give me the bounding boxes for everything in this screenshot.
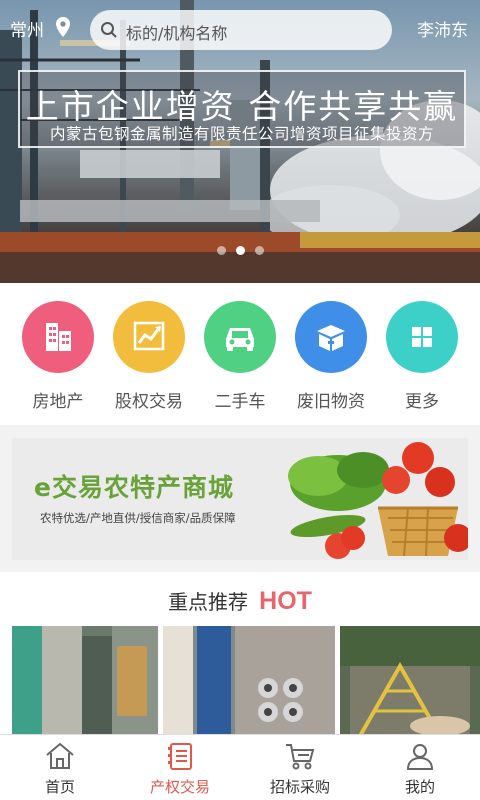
category-label: 废旧物资 xyxy=(297,392,365,412)
hot-section-header: 重点推荐 HOT xyxy=(0,572,480,626)
document-icon xyxy=(168,743,192,770)
hot-badge: HOT xyxy=(259,587,312,615)
car-icon xyxy=(204,301,276,373)
category-label: 股权交易 xyxy=(115,392,183,412)
banner-subheadline: 内蒙古包钢金属制造有限责任公司增资项目征集投资方 xyxy=(49,125,434,143)
banner-carousel[interactable]: 上市企业增资 合作共享共赢 内蒙古包钢金属制造有限责任公司增资项目征集投资方 常… xyxy=(0,0,480,283)
category-row: 房地产 股权交易 二手车 废旧物资 更多 xyxy=(0,283,480,425)
carousel-dot[interactable] xyxy=(216,246,226,255)
recommend-item-image[interactable] xyxy=(163,626,335,736)
user-icon xyxy=(406,744,434,770)
tab-label: 招标采购 xyxy=(269,778,330,796)
user-name-link[interactable]: 李沛东 xyxy=(417,16,468,41)
box-icon xyxy=(295,301,367,373)
city-selector[interactable]: 常州 xyxy=(10,16,44,41)
grid-icon xyxy=(386,301,458,373)
category-equity-trading[interactable]: 股权交易 xyxy=(103,301,195,412)
home-icon xyxy=(46,742,74,769)
tab-label: 产权交易 xyxy=(149,778,210,796)
banner-headline-box: 上市企业增资 合作共享共赢 内蒙古包钢金属制造有限责任公司增资项目征集投资方 xyxy=(18,70,466,148)
category-more[interactable]: 更多 xyxy=(376,301,468,412)
recommend-list xyxy=(0,626,480,736)
promo-banner[interactable]: e交易农特产商城 农特优选/产地直供/授信商家/品质保障 xyxy=(12,438,468,560)
search-placeholder: 标的/机构名称 xyxy=(126,24,228,43)
category-scrap-materials[interactable]: 废旧物资 xyxy=(285,301,377,412)
tab-property-trading[interactable]: 产权交易 xyxy=(120,735,240,800)
vegetable-basket-image xyxy=(288,442,468,559)
banner-headline: 上市企业增资 合作共享共赢 xyxy=(25,87,459,126)
recommend-item-image[interactable] xyxy=(340,626,480,736)
location-pin-icon[interactable] xyxy=(54,16,72,38)
category-real-estate[interactable]: 房地产 xyxy=(12,301,104,412)
promo-subtitle: 农特优选/产地直供/授信商家/品质保障 xyxy=(40,511,236,525)
tab-procurement[interactable]: 招标采购 xyxy=(240,735,360,800)
tab-label: 我的 xyxy=(404,778,435,796)
tab-label: 首页 xyxy=(44,778,75,796)
recommend-item-image[interactable] xyxy=(12,626,158,736)
carousel-dot[interactable] xyxy=(254,246,264,255)
category-used-car[interactable]: 二手车 xyxy=(194,301,286,412)
search-bar[interactable]: 标的/机构名称 xyxy=(90,10,392,50)
category-label: 更多 xyxy=(405,392,439,412)
tab-home[interactable]: 首页 xyxy=(0,735,120,800)
carousel-dot-active[interactable] xyxy=(235,246,245,255)
building-icon xyxy=(22,301,94,373)
hot-section-title: 重点推荐 xyxy=(168,590,249,614)
cart-icon xyxy=(286,744,315,770)
carousel-indicators xyxy=(0,246,480,255)
category-label: 二手车 xyxy=(214,392,266,412)
app-screen: 上市企业增资 合作共享共赢 内蒙古包钢金属制造有限责任公司增资项目征集投资方 常… xyxy=(0,0,480,800)
tab-mine[interactable]: 我的 xyxy=(360,735,480,800)
stock-chart-icon xyxy=(113,301,185,373)
bottom-tab-bar: 首页 产权交易 招标采购 我的 xyxy=(0,734,480,800)
category-label: 房地产 xyxy=(32,392,84,412)
search-icon xyxy=(101,22,117,38)
promo-title: e交易农特产商城 xyxy=(34,473,234,502)
